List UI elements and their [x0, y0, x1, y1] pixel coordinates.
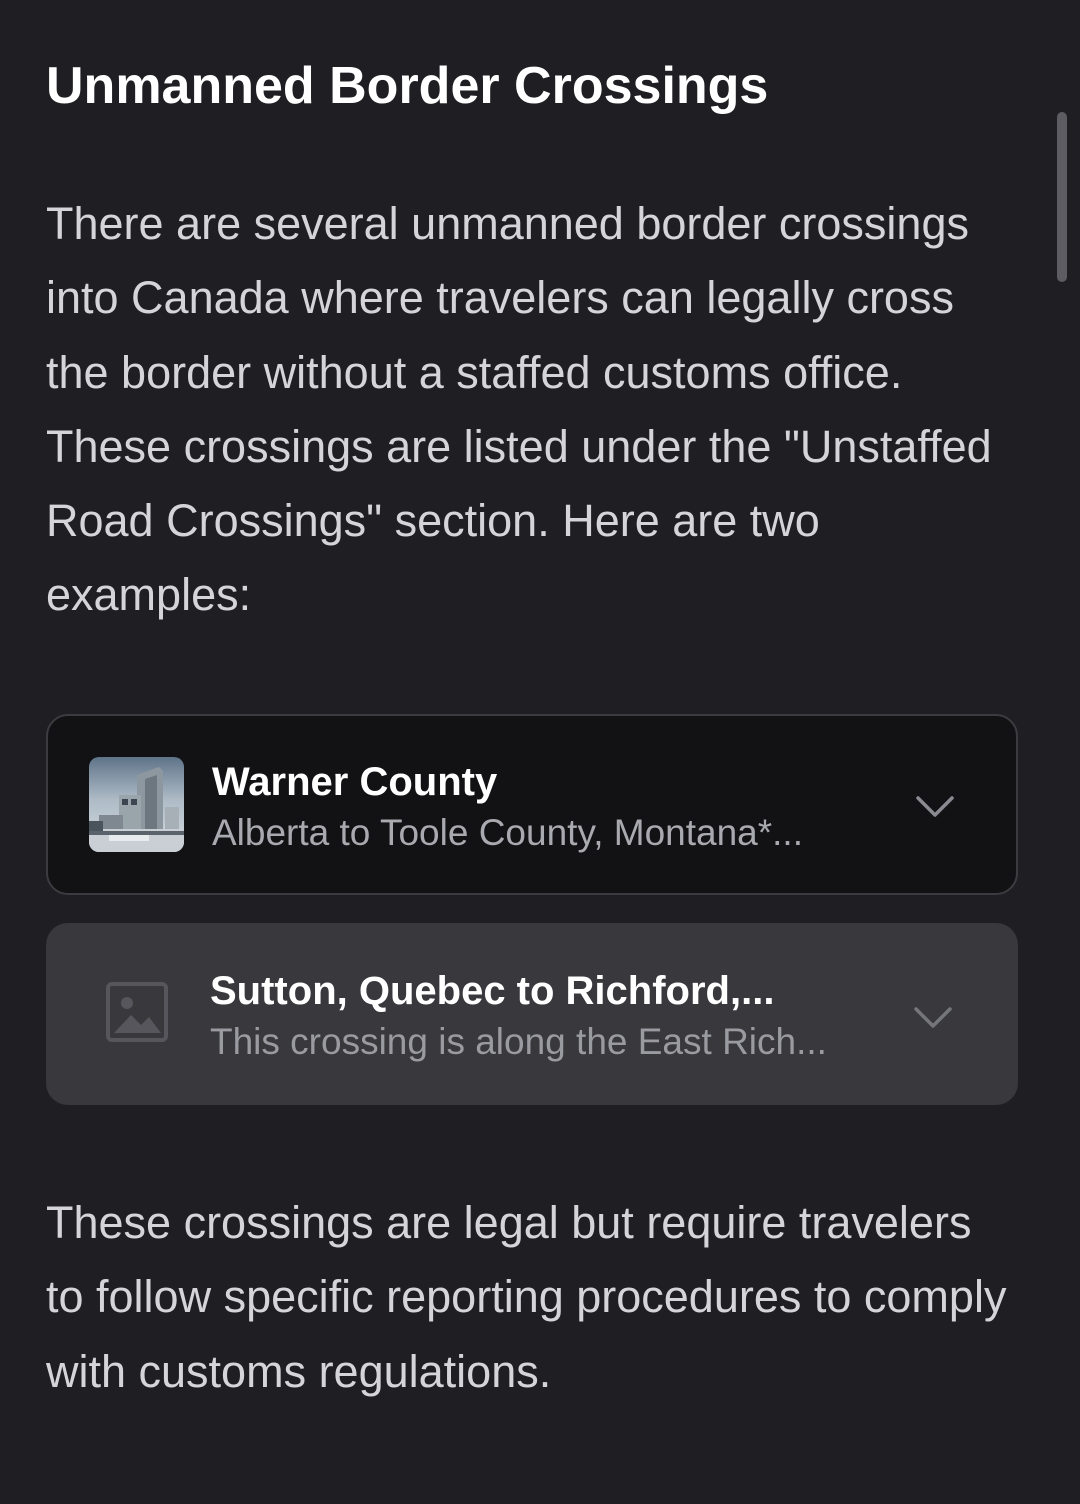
chevron-down-icon[interactable] — [912, 999, 954, 1033]
border-station-thumbnail — [89, 757, 184, 852]
page-title: Unmanned Border Crossings — [46, 57, 769, 115]
card-subtitle: This crossing is along the East Rich... — [210, 1021, 827, 1062]
crossing-card-warner-county[interactable]: Warner County Alberta to Toole County, M… — [46, 714, 1018, 895]
outro-paragraph: These crossings are legal but require tr… — [46, 1197, 1007, 1397]
card-title: Sutton, Quebec to Richford,... — [210, 969, 775, 1013]
scrollbar-thumb[interactable] — [1057, 112, 1067, 282]
image-placeholder-icon — [106, 982, 168, 1042]
crossing-card-sutton-quebec[interactable]: Sutton, Quebec to Richford,... This cros… — [46, 923, 1018, 1105]
card-title: Warner County — [212, 760, 498, 804]
card-subtitle: Alberta to Toole County, Montana*... — [212, 812, 803, 853]
chevron-down-icon[interactable] — [914, 788, 956, 822]
intro-paragraph: There are several unmanned border crossi… — [46, 198, 992, 621]
